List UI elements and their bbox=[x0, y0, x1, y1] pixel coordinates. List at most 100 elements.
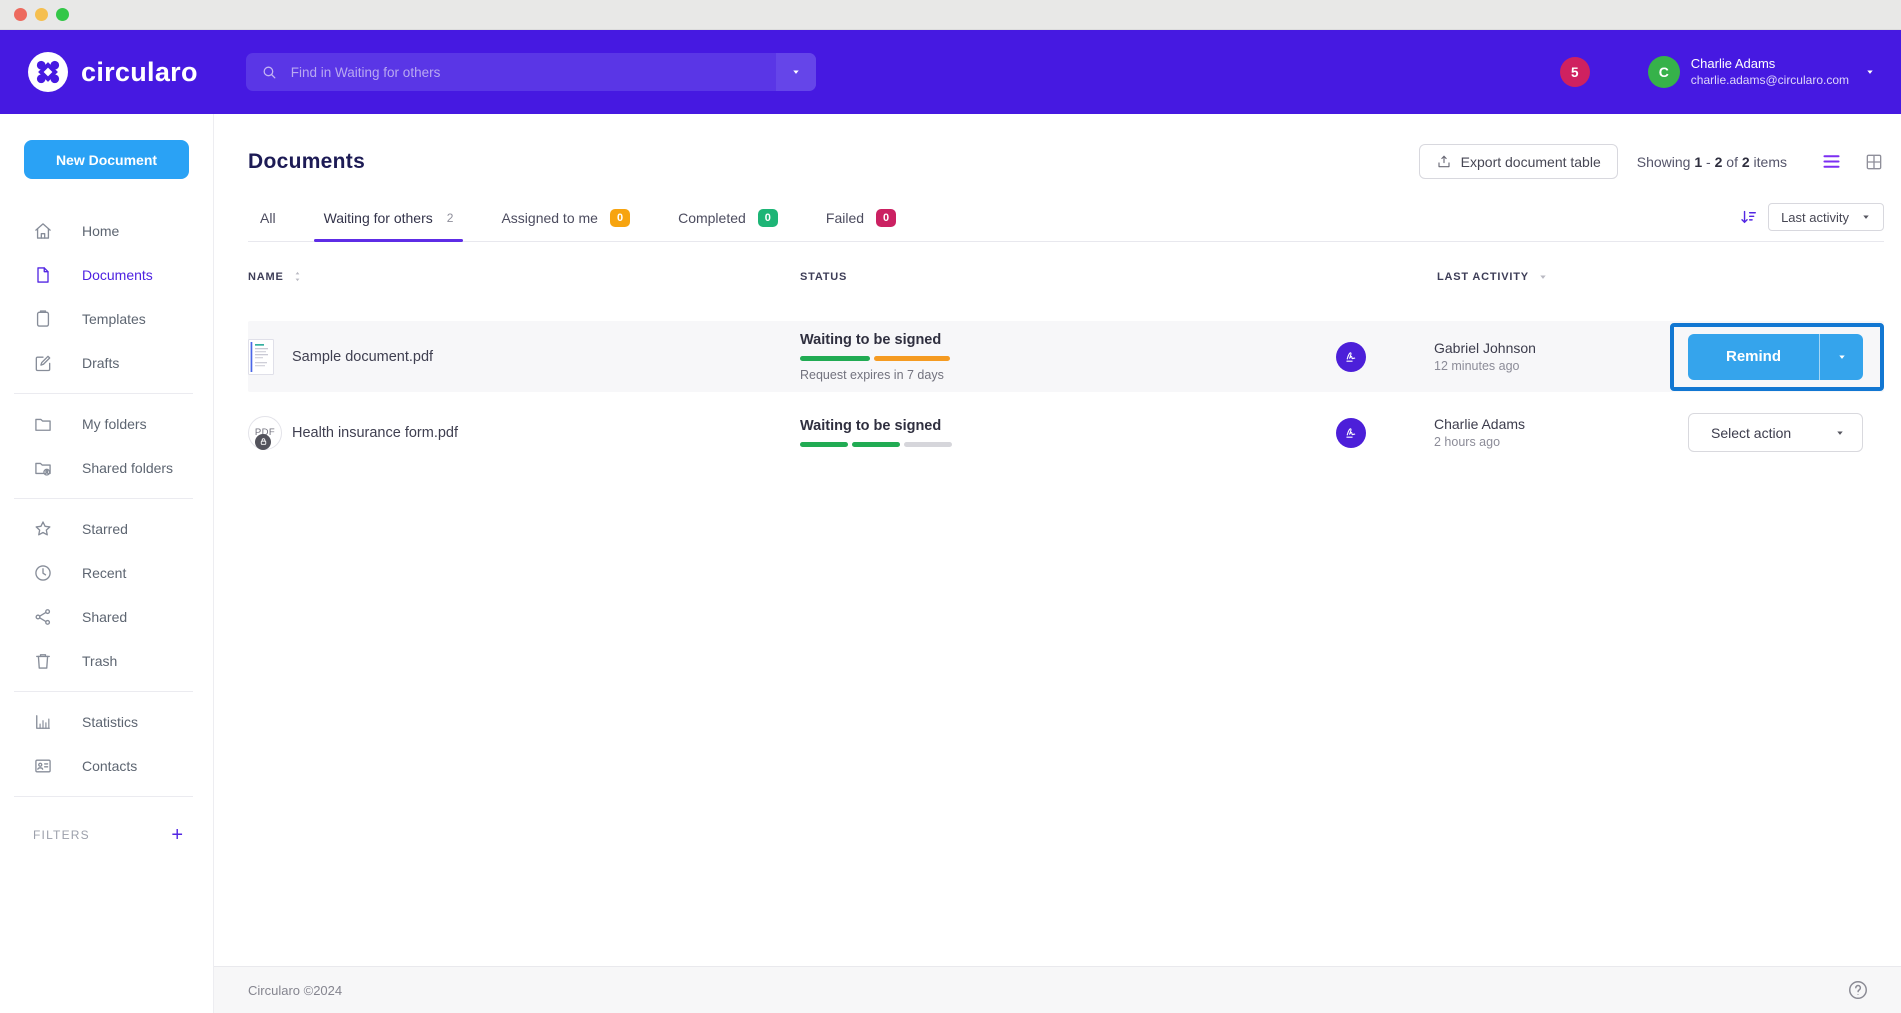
page-title: Documents bbox=[248, 150, 365, 174]
status-progress-bar bbox=[800, 442, 1336, 447]
tab-failed[interactable]: Failed0 bbox=[826, 209, 896, 241]
sidebar-item-label: Templates bbox=[82, 311, 146, 327]
chevron-down-icon bbox=[1835, 428, 1845, 438]
tab-label: Failed bbox=[826, 210, 864, 226]
remind-button-label[interactable]: Remind bbox=[1688, 334, 1819, 380]
export-icon bbox=[1436, 154, 1452, 170]
app-header: circularo 5 C Charlie Adams charlie.adam… bbox=[0, 30, 1901, 114]
sidebar-item-recent[interactable]: Recent bbox=[0, 551, 213, 595]
sidebar-item-templates[interactable]: Templates bbox=[0, 297, 213, 341]
tab-waiting-for-others[interactable]: Waiting for others 2 bbox=[324, 209, 454, 241]
sidebar-item-drafts[interactable]: Drafts bbox=[0, 341, 213, 385]
sort-descending-icon[interactable] bbox=[1739, 208, 1758, 227]
template-icon bbox=[33, 309, 53, 329]
document-icon bbox=[33, 265, 53, 285]
draft-icon bbox=[33, 353, 53, 373]
chevron-down-icon bbox=[1861, 212, 1871, 222]
search-input[interactable] bbox=[278, 65, 776, 80]
user-avatar[interactable]: C bbox=[1648, 56, 1680, 88]
tab-all[interactable]: All bbox=[260, 209, 276, 241]
select-action-dropdown[interactable]: Select action bbox=[1688, 413, 1863, 452]
brand-logo[interactable]: circularo bbox=[28, 52, 198, 92]
sidebar-item-label: Recent bbox=[82, 565, 126, 581]
document-name[interactable]: Health insurance form.pdf bbox=[292, 425, 458, 441]
document-name[interactable]: Sample document.pdf bbox=[292, 349, 433, 365]
new-document-button[interactable]: New Document bbox=[24, 140, 189, 179]
sort-by-label: Last activity bbox=[1781, 210, 1849, 225]
grid-view-icon[interactable] bbox=[1864, 152, 1884, 172]
sidebar-item-label: Contacts bbox=[82, 758, 137, 774]
list-view-icon[interactable] bbox=[1821, 151, 1842, 172]
tab-label: Waiting for others bbox=[324, 210, 433, 226]
user-name: Charlie Adams bbox=[1691, 56, 1849, 72]
search-bar[interactable] bbox=[246, 53, 816, 91]
help-icon[interactable] bbox=[1847, 979, 1869, 1001]
column-header-name[interactable]: NAME bbox=[248, 270, 800, 283]
sidebar-item-shared[interactable]: Shared bbox=[0, 595, 213, 639]
status-progress-bar bbox=[800, 356, 1336, 361]
add-filter-button[interactable]: + bbox=[171, 825, 183, 845]
status-note: Request expires in 7 days bbox=[800, 368, 1336, 382]
last-activity-time: 2 hours ago bbox=[1434, 435, 1525, 449]
table-row[interactable]: Sample document.pdf Waiting to be signed… bbox=[248, 321, 1884, 392]
user-info[interactable]: Charlie Adams charlie.adams@circularo.co… bbox=[1691, 56, 1849, 87]
copyright-text: Circularo ©2024 bbox=[248, 983, 342, 998]
clock-icon bbox=[33, 563, 53, 583]
column-header-status[interactable]: STATUS bbox=[800, 271, 1336, 283]
search-scope-dropdown[interactable] bbox=[776, 53, 816, 91]
brand-name: circularo bbox=[81, 57, 198, 88]
table-row[interactable]: PDFHealth insurance form.pdf Waiting to … bbox=[248, 397, 1884, 468]
signature-avatar-icon bbox=[1336, 342, 1366, 372]
sidebar-item-label: Trash bbox=[82, 653, 117, 669]
last-activity-actor: Charlie Adams bbox=[1434, 416, 1525, 432]
remind-dropdown-chevron-icon[interactable] bbox=[1819, 334, 1863, 380]
user-menu-chevron-icon[interactable] bbox=[1865, 67, 1875, 77]
export-button-label: Export document table bbox=[1461, 154, 1601, 170]
zoom-window-button[interactable] bbox=[56, 8, 69, 21]
column-header-last-activity[interactable]: LAST ACTIVITY bbox=[1336, 271, 1670, 283]
sidebar-item-documents[interactable]: Documents bbox=[0, 253, 213, 297]
tab-label: Assigned to me bbox=[501, 210, 598, 226]
user-email: charlie.adams@circularo.com bbox=[1691, 73, 1849, 88]
progress-segment bbox=[904, 442, 952, 447]
circularo-logo-icon bbox=[28, 52, 68, 92]
sidebar-item-starred[interactable]: Starred bbox=[0, 507, 213, 551]
sidebar-item-shared-folders[interactable]: Shared folders bbox=[0, 446, 213, 490]
sidebar-item-label: Drafts bbox=[82, 355, 119, 371]
sidebar-item-my-folders[interactable]: My folders bbox=[0, 402, 213, 446]
progress-segment bbox=[800, 356, 870, 361]
tab-count: 2 bbox=[447, 211, 454, 225]
minimize-window-button[interactable] bbox=[35, 8, 48, 21]
sidebar-item-contacts[interactable]: Contacts bbox=[0, 744, 213, 788]
tab-assigned-to-me[interactable]: Assigned to me0 bbox=[501, 209, 630, 241]
table-header: NAME STATUS LAST ACTIVITY bbox=[248, 270, 1884, 283]
close-window-button[interactable] bbox=[14, 8, 27, 21]
sidebar-divider bbox=[14, 796, 193, 797]
lock-icon bbox=[255, 434, 271, 450]
sidebar-nav: Home Documents Templates Drafts My folders Sh… bbox=[0, 209, 213, 788]
export-document-table-button[interactable]: Export document table bbox=[1419, 144, 1618, 179]
sidebar-item-home[interactable]: Home bbox=[0, 209, 213, 253]
search-icon bbox=[261, 64, 278, 81]
sidebar-divider bbox=[14, 691, 193, 692]
sidebar-item-trash[interactable]: Trash bbox=[0, 639, 213, 683]
remind-button[interactable]: Remind bbox=[1688, 334, 1863, 380]
last-activity-time: 12 minutes ago bbox=[1434, 359, 1536, 373]
sort-updown-icon bbox=[291, 270, 304, 283]
notification-badge[interactable]: 5 bbox=[1560, 57, 1590, 87]
sidebar-item-label: Home bbox=[82, 223, 119, 239]
sidebar-item-statistics[interactable]: Statistics bbox=[0, 700, 213, 744]
document-tabs: All Waiting for others 2 Assigned to me0 Com… bbox=[260, 209, 896, 241]
sidebar-item-label: Statistics bbox=[82, 714, 138, 730]
tab-completed[interactable]: Completed0 bbox=[678, 209, 778, 241]
share-icon bbox=[33, 607, 53, 627]
select-action-label: Select action bbox=[1711, 425, 1791, 441]
sidebar-divider bbox=[14, 393, 193, 394]
progress-segment bbox=[874, 356, 950, 361]
star-icon bbox=[33, 519, 53, 539]
status-title: Waiting to be signed bbox=[800, 332, 1336, 348]
sidebar-item-label: My folders bbox=[82, 416, 147, 432]
trash-icon bbox=[33, 651, 53, 671]
last-activity-actor: Gabriel Johnson bbox=[1434, 340, 1536, 356]
sort-by-dropdown[interactable]: Last activity bbox=[1768, 203, 1884, 231]
